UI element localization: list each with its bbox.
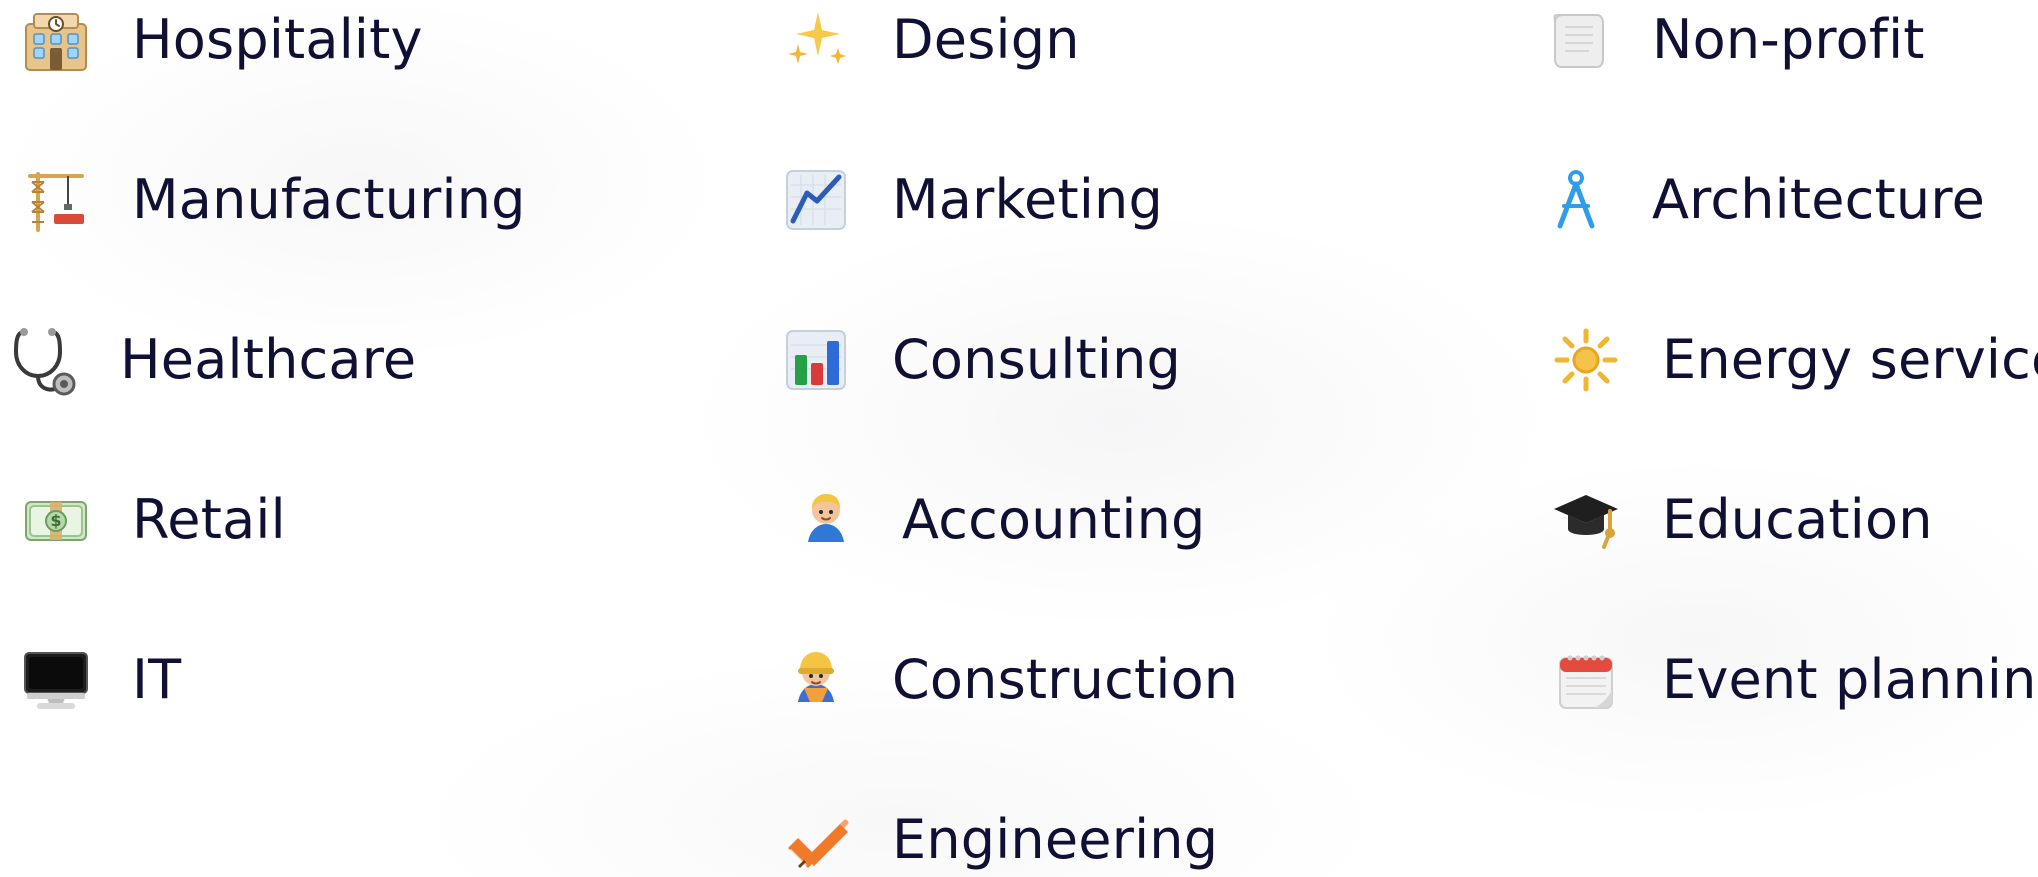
scroll-icon bbox=[1536, 0, 1616, 80]
industry-option-accounting[interactable]: Accounting bbox=[786, 480, 1206, 560]
industry-option-hospitality[interactable]: Hospitality bbox=[16, 0, 423, 80]
industry-option-education[interactable]: Education bbox=[1546, 480, 1933, 560]
industry-label: Manufacturing bbox=[132, 168, 526, 231]
industry-option-manufacturing[interactable]: Manufacturing bbox=[16, 160, 526, 240]
line-chart-icon bbox=[776, 160, 856, 240]
industry-label: Non-profit bbox=[1652, 8, 1925, 71]
money-bill-icon: $ bbox=[16, 480, 96, 560]
industry-label: Consulting bbox=[892, 328, 1182, 391]
industry-label: Architecture bbox=[1652, 168, 1985, 231]
drafting-compass-icon bbox=[1536, 160, 1616, 240]
sun-icon bbox=[1546, 320, 1626, 400]
svg-text:$: $ bbox=[50, 511, 61, 530]
industry-option-it[interactable]: IT bbox=[16, 640, 181, 720]
industry-option-energy-service[interactable]: Energy service bbox=[1546, 320, 2038, 400]
calendar-icon bbox=[1546, 640, 1626, 720]
bar-chart-icon bbox=[776, 320, 856, 400]
industry-label: Marketing bbox=[892, 168, 1163, 231]
industry-label: Event planning bbox=[1662, 648, 2038, 711]
desktop-monitor-icon bbox=[16, 640, 96, 720]
industry-label: Healthcare bbox=[120, 328, 417, 391]
industry-label: Design bbox=[892, 8, 1080, 71]
industry-option-construction[interactable]: Construction bbox=[776, 640, 1238, 720]
man-office-worker-icon bbox=[786, 480, 866, 560]
industry-option-consulting[interactable]: Consulting bbox=[776, 320, 1181, 400]
hotel-icon bbox=[16, 0, 96, 80]
industry-label: Energy service bbox=[1662, 328, 2038, 391]
industry-selection-grid: Hospitality Manufacturing Healthcare $ R… bbox=[0, 0, 2038, 877]
construction-crane-icon bbox=[16, 160, 96, 240]
industry-label: Engineering bbox=[892, 808, 1219, 871]
industry-label: Construction bbox=[892, 648, 1239, 711]
industry-option-marketing[interactable]: Marketing bbox=[776, 160, 1163, 240]
industry-label: IT bbox=[132, 648, 182, 711]
sparkles-icon bbox=[776, 0, 856, 80]
industry-option-design[interactable]: Design bbox=[776, 0, 1080, 80]
construction-worker-icon bbox=[776, 640, 856, 720]
industry-option-non-profit[interactable]: Non-profit bbox=[1536, 0, 1925, 80]
industry-label: Retail bbox=[132, 488, 286, 551]
industry-option-healthcare[interactable]: Healthcare bbox=[4, 320, 416, 400]
industry-option-engineering[interactable]: Engineering bbox=[776, 800, 1218, 877]
industry-label: Accounting bbox=[902, 488, 1206, 551]
graduation-cap-icon bbox=[1546, 480, 1626, 560]
stethoscope-icon bbox=[4, 320, 84, 400]
ruler-pencil-icon bbox=[776, 800, 856, 877]
industry-option-event-planning[interactable]: Event planning bbox=[1546, 640, 2038, 720]
industry-option-retail[interactable]: $ Retail bbox=[16, 480, 286, 560]
industry-label: Hospitality bbox=[132, 8, 423, 71]
industry-option-architecture[interactable]: Architecture bbox=[1536, 160, 1985, 240]
industry-label: Education bbox=[1662, 488, 1933, 551]
